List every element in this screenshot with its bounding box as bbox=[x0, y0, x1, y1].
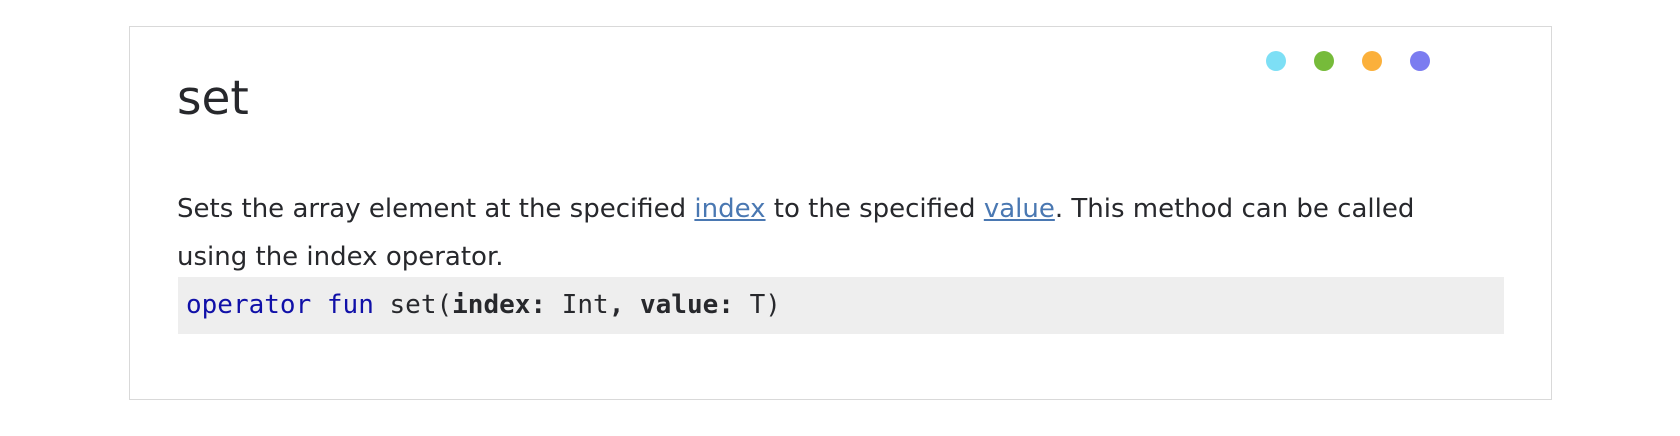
value-link[interactable]: value bbox=[984, 194, 1055, 224]
index-link[interactable]: index bbox=[694, 194, 765, 224]
platform-dots bbox=[1266, 51, 1430, 71]
param-index-type: Int bbox=[561, 290, 609, 320]
platform-dot-cyan bbox=[1266, 51, 1286, 71]
description-text-1: Sets the array element at the specified bbox=[177, 194, 695, 224]
platform-dot-orange bbox=[1362, 51, 1382, 71]
param-separator: , bbox=[608, 290, 625, 320]
param-value-type: T bbox=[749, 290, 766, 320]
signature-block: operator fun set(index: Int, value: T) bbox=[178, 277, 1504, 334]
platform-dot-purple bbox=[1410, 51, 1430, 71]
param-value-name: value: bbox=[640, 290, 734, 320]
param-index-name: index: bbox=[452, 290, 547, 320]
doc-card: set Sets the array element at the specif… bbox=[129, 26, 1552, 400]
keyword-fun: fun bbox=[326, 290, 374, 320]
platform-dot-green bbox=[1314, 51, 1334, 71]
description: Sets the array element at the specified … bbox=[177, 185, 1467, 281]
close-paren: ) bbox=[765, 290, 781, 320]
page-title: set bbox=[177, 71, 249, 126]
function-name: set( bbox=[389, 290, 453, 320]
keyword-operator: operator bbox=[186, 290, 312, 320]
description-text-2: to the specified bbox=[765, 194, 984, 224]
